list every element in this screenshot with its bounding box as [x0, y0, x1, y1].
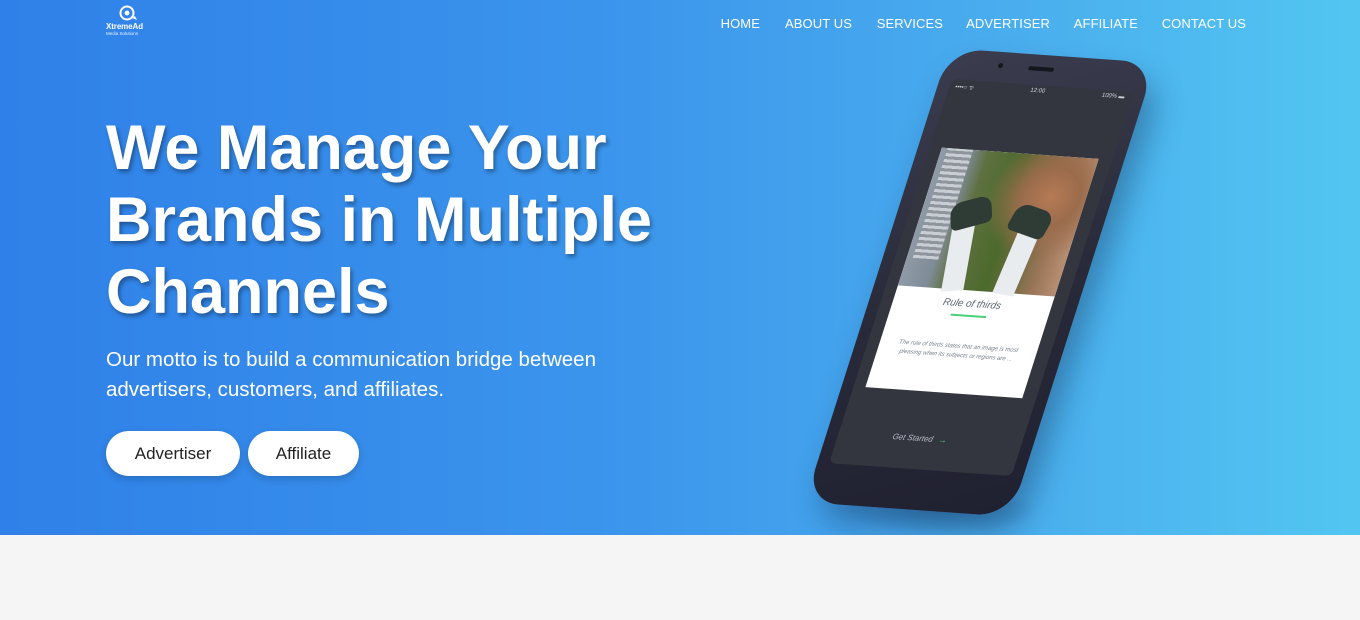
nav-contact-us[interactable]: CONTACT US	[1162, 16, 1246, 31]
content-section	[0, 535, 1360, 620]
nav-services[interactable]: SERVICES	[877, 16, 943, 31]
hero-section: XtremeAd Media Solutions HOME ABOUT US S…	[0, 0, 1360, 535]
content-card: Rule of thirds The rule of thirds states…	[865, 147, 1099, 399]
nav-home[interactable]: HOME	[721, 16, 760, 31]
get-started-link[interactable]: Get Started →	[891, 432, 948, 445]
card-photo	[897, 147, 1099, 297]
status-bar: ••••○ ᯤ 12:00 100% ▬	[947, 79, 1134, 106]
headline-line-2: Brands in Multiple	[106, 185, 653, 255]
arrow-right-icon: →	[937, 435, 949, 445]
affiliate-button[interactable]: Affiliate	[248, 431, 359, 476]
phone-mockup: ••••○ ᯤ 12:00 100% ▬ Rule of thirds The …	[780, 48, 1156, 535]
phone-body: ••••○ ᯤ 12:00 100% ▬ Rule of thirds The …	[804, 48, 1156, 517]
nav-about-us[interactable]: ABOUT US	[785, 16, 852, 31]
card-title: Rule of thirds	[941, 296, 1003, 312]
phone-screen: ••••○ ᯤ 12:00 100% ▬ Rule of thirds The …	[829, 78, 1135, 477]
speaker-icon	[1027, 66, 1055, 72]
hero-tagline: Our motto is to build a communication br…	[106, 348, 596, 401]
battery-icon: 100% ▬	[1100, 92, 1126, 101]
get-started-label: Get Started	[891, 431, 935, 444]
advertiser-button[interactable]: Advertiser	[106, 431, 240, 476]
card-title-underline	[950, 313, 987, 319]
nav-affiliate[interactable]: AFFILIATE	[1074, 16, 1138, 31]
logo-icon	[119, 5, 137, 21]
headline-line-1: We Manage Your	[106, 113, 607, 183]
signal-icon: ••••○ ᯤ	[954, 84, 975, 92]
status-time: 12:00	[1029, 87, 1046, 95]
logo-subtitle: Media Solutions	[106, 31, 139, 36]
logo[interactable]: XtremeAd Media Solutions	[106, 5, 154, 39]
hero-headline: We Manage Your Brands in Multiple Channe…	[106, 112, 706, 328]
logo-name: XtremeAd	[106, 22, 143, 31]
card-body: The rule of thirds states that an image …	[898, 339, 1019, 363]
shoe-image	[1005, 201, 1056, 241]
nav-advertiser[interactable]: ADVERTISER	[966, 16, 1050, 31]
camera-icon	[997, 62, 1004, 69]
headline-line-3: Channels	[106, 257, 390, 327]
